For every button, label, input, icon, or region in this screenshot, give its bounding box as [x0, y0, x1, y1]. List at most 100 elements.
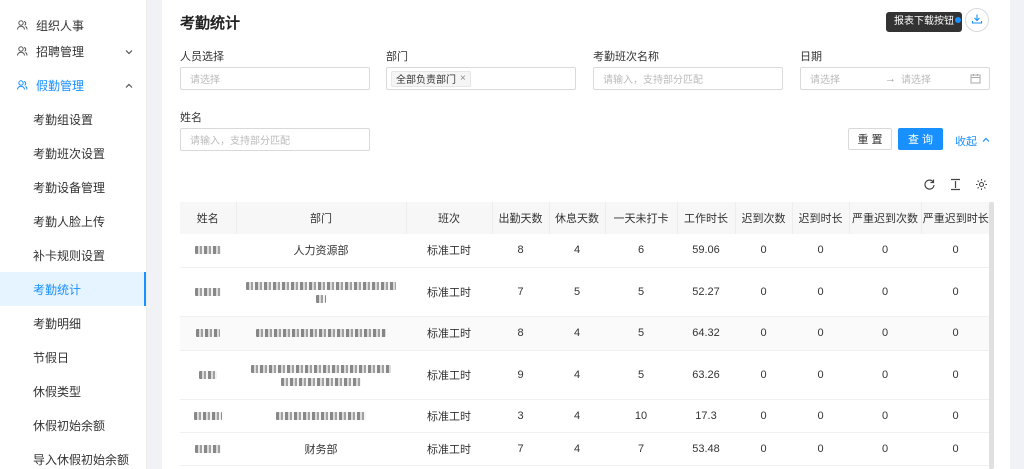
late-count-cell: 0 [735, 234, 792, 268]
severe-late-count-cell: 0 [849, 399, 921, 433]
column-header[interactable]: 姓名 [180, 202, 237, 234]
sidebar-sub-attendance-stats[interactable]: 考勤统计 [0, 272, 146, 306]
severe-late-duration-cell: 0 [921, 267, 990, 317]
late-count-cell: 0 [735, 267, 792, 317]
rest-days-cell: 4 [549, 399, 605, 433]
query-button[interactable]: 查 询 [898, 128, 943, 150]
person-placeholder: 请选择 [190, 75, 220, 86]
chevron-down-icon [124, 46, 134, 56]
name-input[interactable]: 请输入，支持部分匹配 [180, 128, 370, 151]
column-header[interactable]: 严重迟到次数 [849, 202, 922, 234]
table-row[interactable]: 财务部 标准工时 7 4 7 53.48 0 0 0 0 [180, 432, 990, 466]
table-row[interactable]: 标准工时 9 4 5 63.26 0 0 0 0 [180, 350, 990, 400]
shift-cell: 标准工时 [406, 316, 492, 351]
table-row[interactable]: 人力资源部 标准工时 8 4 6 59.06 0 0 0 0 [180, 234, 990, 268]
sidebar-item-label: 组织人事 [36, 18, 85, 33]
sidebar-item-label: 假勤管理 [36, 78, 85, 93]
person-select[interactable]: 请选择 [180, 67, 370, 90]
people-icon [16, 45, 28, 57]
attend-days-cell: 7 [492, 432, 549, 466]
severe-late-duration-cell: 0 [921, 234, 990, 268]
table-row[interactable]: 标准工时 7 5 5 52.27 0 0 0 0 [180, 267, 990, 317]
column-header[interactable]: 工作时长 [677, 202, 736, 234]
work-hours-cell: 64.32 [677, 316, 735, 351]
sidebar-sub-import-balance[interactable]: 导入休假初始余额 [0, 442, 146, 469]
page-title: 考勤统计 [180, 15, 241, 32]
sidebar-sub-device-management[interactable]: 考勤设备管理 [0, 170, 146, 204]
column-header[interactable]: 出勤天数 [492, 202, 550, 234]
department-cell-redacted [236, 316, 406, 351]
sidebar-item-recruitment[interactable]: 招聘管理 [0, 34, 146, 68]
column-header[interactable]: 迟到时长 [792, 202, 850, 234]
severe-late-count-cell: 0 [849, 316, 921, 351]
late-duration-cell: 0 [792, 399, 849, 433]
attend-days-cell: 7 [492, 267, 549, 317]
shift-name-label: 考勤班次名称 [593, 51, 659, 63]
no-punch-cell: 5 [605, 316, 677, 351]
column-height-icon[interactable] [948, 177, 962, 191]
department-cell: 人力资源部 [236, 234, 406, 268]
column-header[interactable]: 休息天数 [549, 202, 606, 234]
department-cell-redacted [236, 267, 406, 317]
column-header[interactable]: 部门 [236, 202, 407, 234]
work-hours-cell: 53.48 [677, 432, 735, 466]
table-row[interactable]: 标准工时 3 4 10 17.3 0 0 0 0 [180, 399, 990, 433]
department-tag: 全部负责部门 × [391, 70, 471, 87]
close-icon[interactable]: × [460, 73, 466, 84]
late-count-cell: 0 [735, 432, 792, 466]
severe-late-count-cell: 0 [849, 267, 921, 317]
employee-name-redacted [180, 234, 236, 268]
download-button[interactable] [965, 8, 989, 32]
department-label: 部门 [386, 51, 408, 63]
refresh-icon[interactable] [922, 177, 936, 191]
no-punch-cell: 5 [605, 267, 677, 317]
column-header[interactable]: 班次 [406, 202, 493, 234]
shift-cell: 标准工时 [406, 234, 492, 268]
shift-cell: 标准工时 [406, 267, 492, 317]
shift-name-input[interactable]: 请输入，支持部分匹配 [593, 67, 783, 90]
department-select[interactable]: 全部负责部门 × [386, 67, 576, 90]
sidebar-sub-holidays[interactable]: 节假日 [0, 340, 146, 374]
sidebar-sub-leave-types[interactable]: 休假类型 [0, 374, 146, 408]
sidebar-item-leave-attendance[interactable]: 假勤管理 [0, 68, 146, 102]
late-count-cell: 0 [735, 350, 792, 400]
severe-late-count-cell: 0 [849, 234, 921, 268]
rest-days-cell: 4 [549, 350, 605, 400]
rest-days-cell: 4 [549, 432, 605, 466]
attendance-stats-table: 姓名 部门 班次 出勤天数 休息天数 一天未打卡 工作时长 迟到次数 迟到时长 … [180, 202, 990, 466]
column-header[interactable]: 一天未打卡 [605, 202, 678, 234]
late-duration-cell: 0 [792, 234, 849, 268]
late-count-cell: 0 [735, 316, 792, 351]
column-header[interactable]: 迟到次数 [735, 202, 793, 234]
work-hours-cell: 59.06 [677, 234, 735, 268]
department-cell-redacted [236, 350, 406, 400]
collapse-label: 收起 [955, 136, 977, 148]
rest-days-cell: 4 [549, 316, 605, 351]
people-icon [16, 19, 28, 31]
status-dot [955, 17, 961, 23]
severe-late-duration-cell: 0 [921, 399, 990, 433]
collapse-toggle[interactable]: 收起 [955, 133, 991, 149]
sidebar-sub-attendance-detail[interactable]: 考勤明细 [0, 306, 146, 340]
table-row[interactable]: 标准工时 8 4 5 64.32 0 0 0 0 [180, 316, 990, 351]
sidebar-sub-shift-settings[interactable]: 考勤班次设置 [0, 136, 146, 170]
rest-days-cell: 5 [549, 267, 605, 317]
table-scrollbar[interactable] [989, 202, 994, 469]
shift-cell: 标准工时 [406, 399, 492, 433]
sidebar-sub-makeup-rules[interactable]: 补卡规则设置 [0, 238, 146, 272]
download-icon [971, 13, 983, 28]
reset-button[interactable]: 重 置 [848, 128, 892, 150]
chevron-up-icon [124, 80, 134, 90]
sidebar-sub-attendance-group[interactable]: 考勤组设置 [0, 102, 146, 136]
calendar-icon [970, 73, 981, 84]
sidebar-sub-initial-balance[interactable]: 休假初始余额 [0, 408, 146, 442]
severe-late-duration-cell: 0 [921, 350, 990, 400]
date-range-picker[interactable]: 请选择 → 请选择 [800, 67, 990, 90]
column-header[interactable]: 严重迟到时长 [921, 202, 990, 234]
attend-days-cell: 3 [492, 399, 549, 433]
late-count-cell: 0 [735, 399, 792, 433]
work-hours-cell: 63.26 [677, 350, 735, 400]
sidebar-sub-face-upload[interactable]: 考勤人脸上传 [0, 204, 146, 238]
date-end-placeholder: 请选择 [901, 75, 931, 86]
settings-icon[interactable] [974, 177, 988, 191]
